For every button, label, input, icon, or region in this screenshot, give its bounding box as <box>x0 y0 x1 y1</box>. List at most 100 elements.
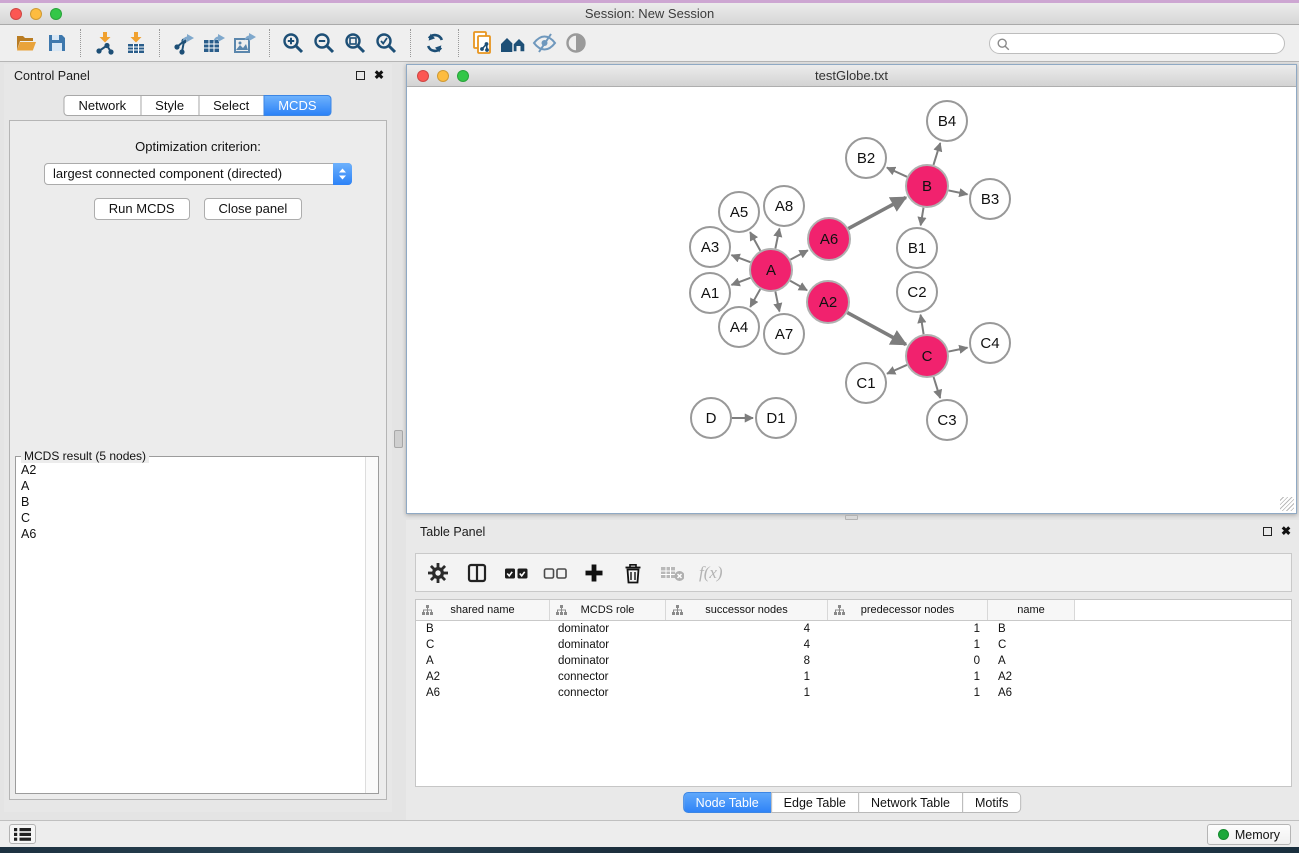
graph-edge-A-A6[interactable] <box>790 250 807 259</box>
resize-grip-icon[interactable] <box>1280 497 1294 511</box>
graph-node-C3[interactable]: C3 <box>927 400 967 440</box>
table-cell[interactable]: C <box>988 637 1075 653</box>
graph-node-B[interactable]: B <box>906 165 948 207</box>
column-header-name[interactable]: name <box>988 600 1075 620</box>
column-header-shared-name[interactable]: shared name <box>416 600 550 620</box>
table-cell[interactable]: 1 <box>666 669 828 685</box>
column-header-MCDS-role[interactable]: MCDS role <box>550 600 666 620</box>
mcds-result-item[interactable]: A <box>21 478 378 494</box>
graph-node-B4[interactable]: B4 <box>927 101 967 141</box>
table-cell[interactable]: connector <box>550 685 666 701</box>
table-cell[interactable]: 1 <box>666 685 828 701</box>
open-session-button[interactable] <box>10 28 41 58</box>
graph-edge-C-C4[interactable] <box>949 348 968 352</box>
table-cell[interactable]: A2 <box>416 669 550 685</box>
refresh-button[interactable] <box>419 28 450 58</box>
table-row[interactable]: Adominator80A <box>416 653 1291 669</box>
save-session-button[interactable] <box>41 28 72 58</box>
table-row[interactable]: Bdominator41B <box>416 621 1291 637</box>
table-cell[interactable]: 1 <box>828 669 988 685</box>
close-window-button[interactable] <box>10 8 22 20</box>
graph-node-A8[interactable]: A8 <box>764 186 804 226</box>
search-input[interactable] <box>990 34 1284 53</box>
zoom-window-button[interactable] <box>50 8 62 20</box>
graph-edge-B-B3[interactable] <box>949 190 968 194</box>
import-network-button[interactable] <box>89 28 120 58</box>
float-panel-icon[interactable] <box>1263 527 1272 536</box>
graph-node-A4[interactable]: A4 <box>719 307 759 347</box>
graph-edge-A2-C[interactable] <box>847 313 906 345</box>
table-cell[interactable]: 1 <box>828 685 988 701</box>
mcds-result-item[interactable]: C <box>21 510 378 526</box>
show-view-button[interactable] <box>560 28 591 58</box>
table-cell[interactable]: 4 <box>666 621 828 637</box>
graph-node-A1[interactable]: A1 <box>690 273 730 313</box>
graph-node-A7[interactable]: A7 <box>764 314 804 354</box>
network-zoom-button[interactable] <box>457 70 469 82</box>
table-cell[interactable]: C <box>416 637 550 653</box>
table-cell[interactable]: B <box>416 621 550 637</box>
export-network-button[interactable] <box>168 28 199 58</box>
criterion-dropdown[interactable]: largest connected component (directed) <box>44 163 352 185</box>
tab-select[interactable]: Select <box>198 95 264 116</box>
table-cell[interactable]: A6 <box>988 685 1075 701</box>
graph-node-C[interactable]: C <box>906 335 948 377</box>
table-cell[interactable]: 0 <box>828 653 988 669</box>
tab-mcds[interactable]: MCDS <box>263 95 331 116</box>
tab-node-table[interactable]: Node Table <box>683 792 772 813</box>
table-cell[interactable]: B <box>988 621 1075 637</box>
column-header-predecessor-nodes[interactable]: predecessor nodes <box>828 600 988 620</box>
network-minimize-button[interactable] <box>437 70 449 82</box>
run-mcds-button[interactable]: Run MCDS <box>94 198 190 220</box>
network-close-button[interactable] <box>417 70 429 82</box>
graph-node-B3[interactable]: B3 <box>970 179 1010 219</box>
table-row[interactable]: A2connector11A2 <box>416 669 1291 685</box>
clone-network-button[interactable] <box>467 28 498 58</box>
table-cell[interactable]: A <box>416 653 550 669</box>
column-header-successor-nodes[interactable]: successor nodes <box>666 600 828 620</box>
graph-node-D1[interactable]: D1 <box>756 398 796 438</box>
memory-button[interactable]: Memory <box>1207 824 1291 845</box>
export-table-button[interactable] <box>199 28 230 58</box>
table-row[interactable]: Cdominator41C <box>416 637 1291 653</box>
table-settings-button[interactable] <box>426 561 450 585</box>
export-image-button[interactable] <box>230 28 261 58</box>
mcds-result-item[interactable]: A2 <box>21 462 378 478</box>
graph-edge-A-A3[interactable] <box>732 255 751 262</box>
graph-node-C4[interactable]: C4 <box>970 323 1010 363</box>
zoom-fit-button[interactable] <box>340 28 371 58</box>
table-cell[interactable]: connector <box>550 669 666 685</box>
zoom-in-button[interactable] <box>278 28 309 58</box>
graph-edge-C-C1[interactable] <box>887 365 907 374</box>
table-cell[interactable]: 1 <box>828 637 988 653</box>
create-column-button[interactable] <box>582 561 606 585</box>
mcds-result-item[interactable]: A6 <box>21 526 378 542</box>
graph-edge-B-B4[interactable] <box>933 143 940 165</box>
tab-motifs[interactable]: Motifs <box>962 792 1021 813</box>
zoom-selected-button[interactable] <box>371 28 402 58</box>
graph-node-C2[interactable]: C2 <box>897 272 937 312</box>
select-all-columns-button[interactable] <box>504 561 528 585</box>
result-scrollbar[interactable] <box>365 457 378 793</box>
tab-network[interactable]: Network <box>63 95 141 116</box>
graph-edge-A-A8[interactable] <box>775 229 779 249</box>
minimize-window-button[interactable] <box>30 8 42 20</box>
show-panels-list-button[interactable] <box>9 824 36 844</box>
graph-node-D[interactable]: D <box>691 398 731 438</box>
graph-edge-A6-B[interactable] <box>848 197 906 228</box>
close-panel-button[interactable]: Close panel <box>204 198 303 220</box>
graph-edge-A-A4[interactable] <box>750 289 760 307</box>
table-cell[interactable]: dominator <box>550 653 666 669</box>
graph-node-A3[interactable]: A3 <box>690 227 730 267</box>
graph-node-A[interactable]: A <box>750 249 792 291</box>
network-canvas[interactable]: B4B2BB3A8A5A6A3B1AC2A1A2A4A7C4CC1DD1C3 <box>407 88 1296 513</box>
graph-node-B2[interactable]: B2 <box>846 138 886 178</box>
table-cell[interactable]: A <box>988 653 1075 669</box>
tab-style[interactable]: Style <box>140 95 199 116</box>
graph-node-A6[interactable]: A6 <box>808 218 850 260</box>
delete-table-button[interactable] <box>660 561 684 585</box>
equation-editor-button[interactable]: f(x) <box>699 563 723 583</box>
graph-node-B1[interactable]: B1 <box>897 228 937 268</box>
zoom-out-button[interactable] <box>309 28 340 58</box>
unselect-all-columns-button[interactable] <box>543 561 567 585</box>
